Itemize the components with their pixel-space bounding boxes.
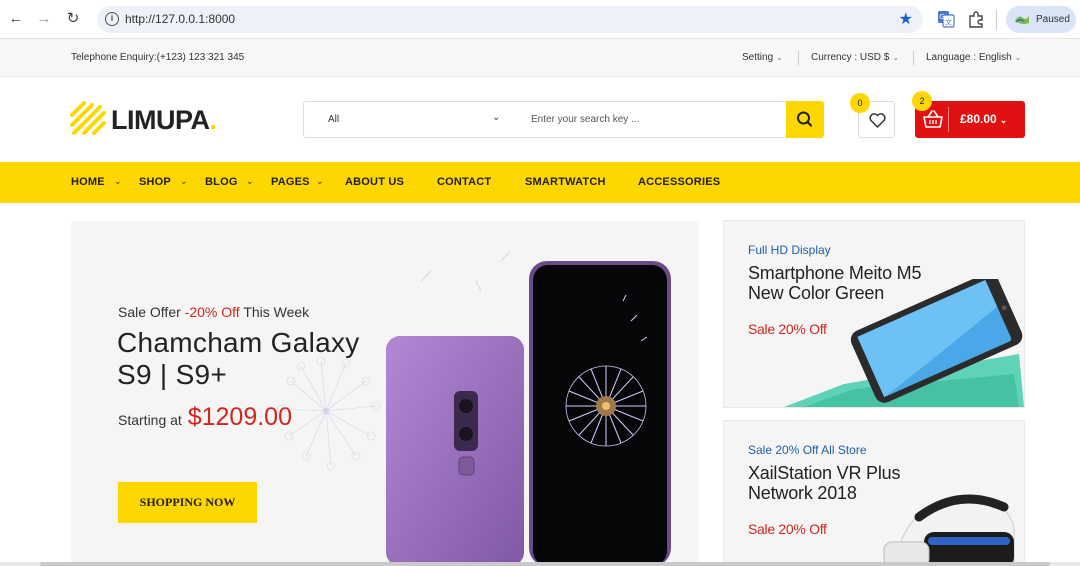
chevron-down-icon[interactable]: ⌄ [114, 176, 122, 187]
language-dropdown[interactable]: Language : English ⌄ [926, 52, 1021, 63]
svg-text:G: G [939, 13, 944, 21]
url-text[interactable]: http://127.0.0.1:8000 [125, 12, 235, 26]
logo-dot: . [209, 105, 218, 135]
divider [798, 51, 799, 65]
divider [913, 51, 914, 65]
address-bar[interactable]: i http://127.0.0.1:8000 ★ [97, 6, 923, 33]
chevron-down-icon[interactable]: ⌄ [316, 176, 324, 187]
scrollbar-thumb[interactable] [40, 562, 1050, 566]
menu-item-contact[interactable]: CONTACT [437, 176, 491, 188]
main-menu: HOME ⌄ SHOP ⌄ BLOG ⌄ PAGES ⌄ ABOUT US CO… [0, 162, 1080, 203]
chevron-down-icon: ⌄ [999, 115, 1008, 125]
menu-item-shop[interactable]: SHOP [139, 176, 171, 188]
currency-label: Currency : USD $ [811, 52, 890, 63]
logo-text: LIMUPA [111, 105, 210, 135]
search-bar: All ⌄ [303, 101, 824, 138]
cart-divider [948, 107, 949, 132]
bookmark-star-icon[interactable]: ★ [899, 9, 913, 29]
chevron-down-icon[interactable]: ⌄ [246, 176, 254, 187]
telephone-enquiry: Telephone Enquiry:(+123) 123 321 345 [71, 52, 245, 63]
profile-status: Paused [1036, 14, 1070, 25]
chevron-down-icon: ⌄ [776, 53, 783, 62]
search-category-select[interactable]: All [328, 114, 339, 125]
menu-item-about-us[interactable]: ABOUT US [345, 176, 404, 188]
offer-discount: -20% Off [184, 304, 240, 320]
menu-item-blog[interactable]: BLOG [205, 176, 238, 188]
side-banner-smartphone[interactable]: Full HD Display Smartphone Meito M5 New … [723, 220, 1025, 408]
offer-prefix: Sale Offer [118, 304, 181, 320]
profile-button[interactable]: Paused [1006, 6, 1076, 33]
browser-toolbar: ← → ↻ i http://127.0.0.1:8000 ★ 文 G Paus… [0, 0, 1080, 39]
setting-label: Setting [742, 52, 774, 63]
purple-phone-back [386, 336, 524, 566]
menu-item-pages[interactable]: PAGES [271, 176, 310, 188]
side-banner-vr[interactable]: Sale 20% Off All Store XailStation VR Pl… [723, 420, 1025, 566]
site-header: LIMUPA. All ⌄ 0 £80.00⌄ 2 [0, 77, 1080, 162]
hero-slider: Sale Offer -20% Off This Week Chamcham G… [71, 221, 699, 566]
chevron-down-icon: ⌄ [892, 53, 900, 62]
setting-dropdown[interactable]: Setting ⌄ [742, 52, 783, 63]
reload-icon[interactable]: ↻ [63, 9, 83, 29]
cart-total: £80.00 [960, 112, 997, 126]
green-smartphone-image [784, 279, 1024, 407]
currency-dropdown[interactable]: Currency : USD $ ⌄ [811, 52, 899, 63]
black-phone-front [529, 261, 671, 566]
menu-item-smartwatch[interactable]: SMARTWATCH [525, 176, 606, 188]
logo-mark-icon [70, 101, 106, 135]
cart-button[interactable]: £80.00 ⌄ [915, 101, 1025, 138]
profile-avatar-icon [1015, 16, 1029, 24]
shopping-now-button[interactable]: SHOPPING NOW [118, 482, 257, 523]
horizontal-scrollbar[interactable] [0, 562, 1080, 566]
chevron-down-icon[interactable]: ⌄ [492, 112, 500, 123]
hero-starting-price: Starting at $1209.00 [118, 403, 292, 432]
hero-phones-image [276, 252, 671, 566]
site-info-icon[interactable]: i [105, 12, 119, 26]
cart-count-badge: 2 [912, 91, 932, 111]
search-icon [797, 111, 813, 127]
wishlist-count-badge: 0 [850, 93, 870, 113]
banner-title-line1: XailStation VR Plus [748, 463, 901, 483]
banner-kicker: Full HD Display [748, 243, 831, 257]
search-input[interactable] [531, 103, 781, 136]
menu-item-home[interactable]: HOME [71, 176, 105, 188]
svg-text:文: 文 [945, 18, 952, 27]
site-logo[interactable]: LIMUPA. [70, 99, 230, 139]
banner-kicker: Sale 20% Off All Store [748, 443, 867, 457]
menu-item-accessories[interactable]: ACCESSORIES [638, 176, 720, 188]
back-icon[interactable]: ← [6, 9, 26, 29]
extensions-icon[interactable] [967, 10, 985, 28]
chevron-down-icon: ⌄ [1014, 53, 1022, 62]
forward-icon[interactable]: → [34, 9, 54, 29]
translate-icon[interactable]: 文 G [937, 10, 955, 28]
top-info-bar: Telephone Enquiry:(+123) 123 321 345 Set… [0, 39, 1080, 77]
banner-sale: Sale 20% Off [748, 521, 827, 537]
basket-icon [923, 110, 943, 128]
starting-label: Starting at [118, 412, 182, 428]
toolbar-divider [996, 10, 997, 30]
language-label: Language : English [926, 52, 1012, 63]
vr-headset-image [883, 494, 1015, 566]
chevron-down-icon[interactable]: ⌄ [180, 176, 188, 187]
search-button[interactable] [786, 101, 824, 138]
